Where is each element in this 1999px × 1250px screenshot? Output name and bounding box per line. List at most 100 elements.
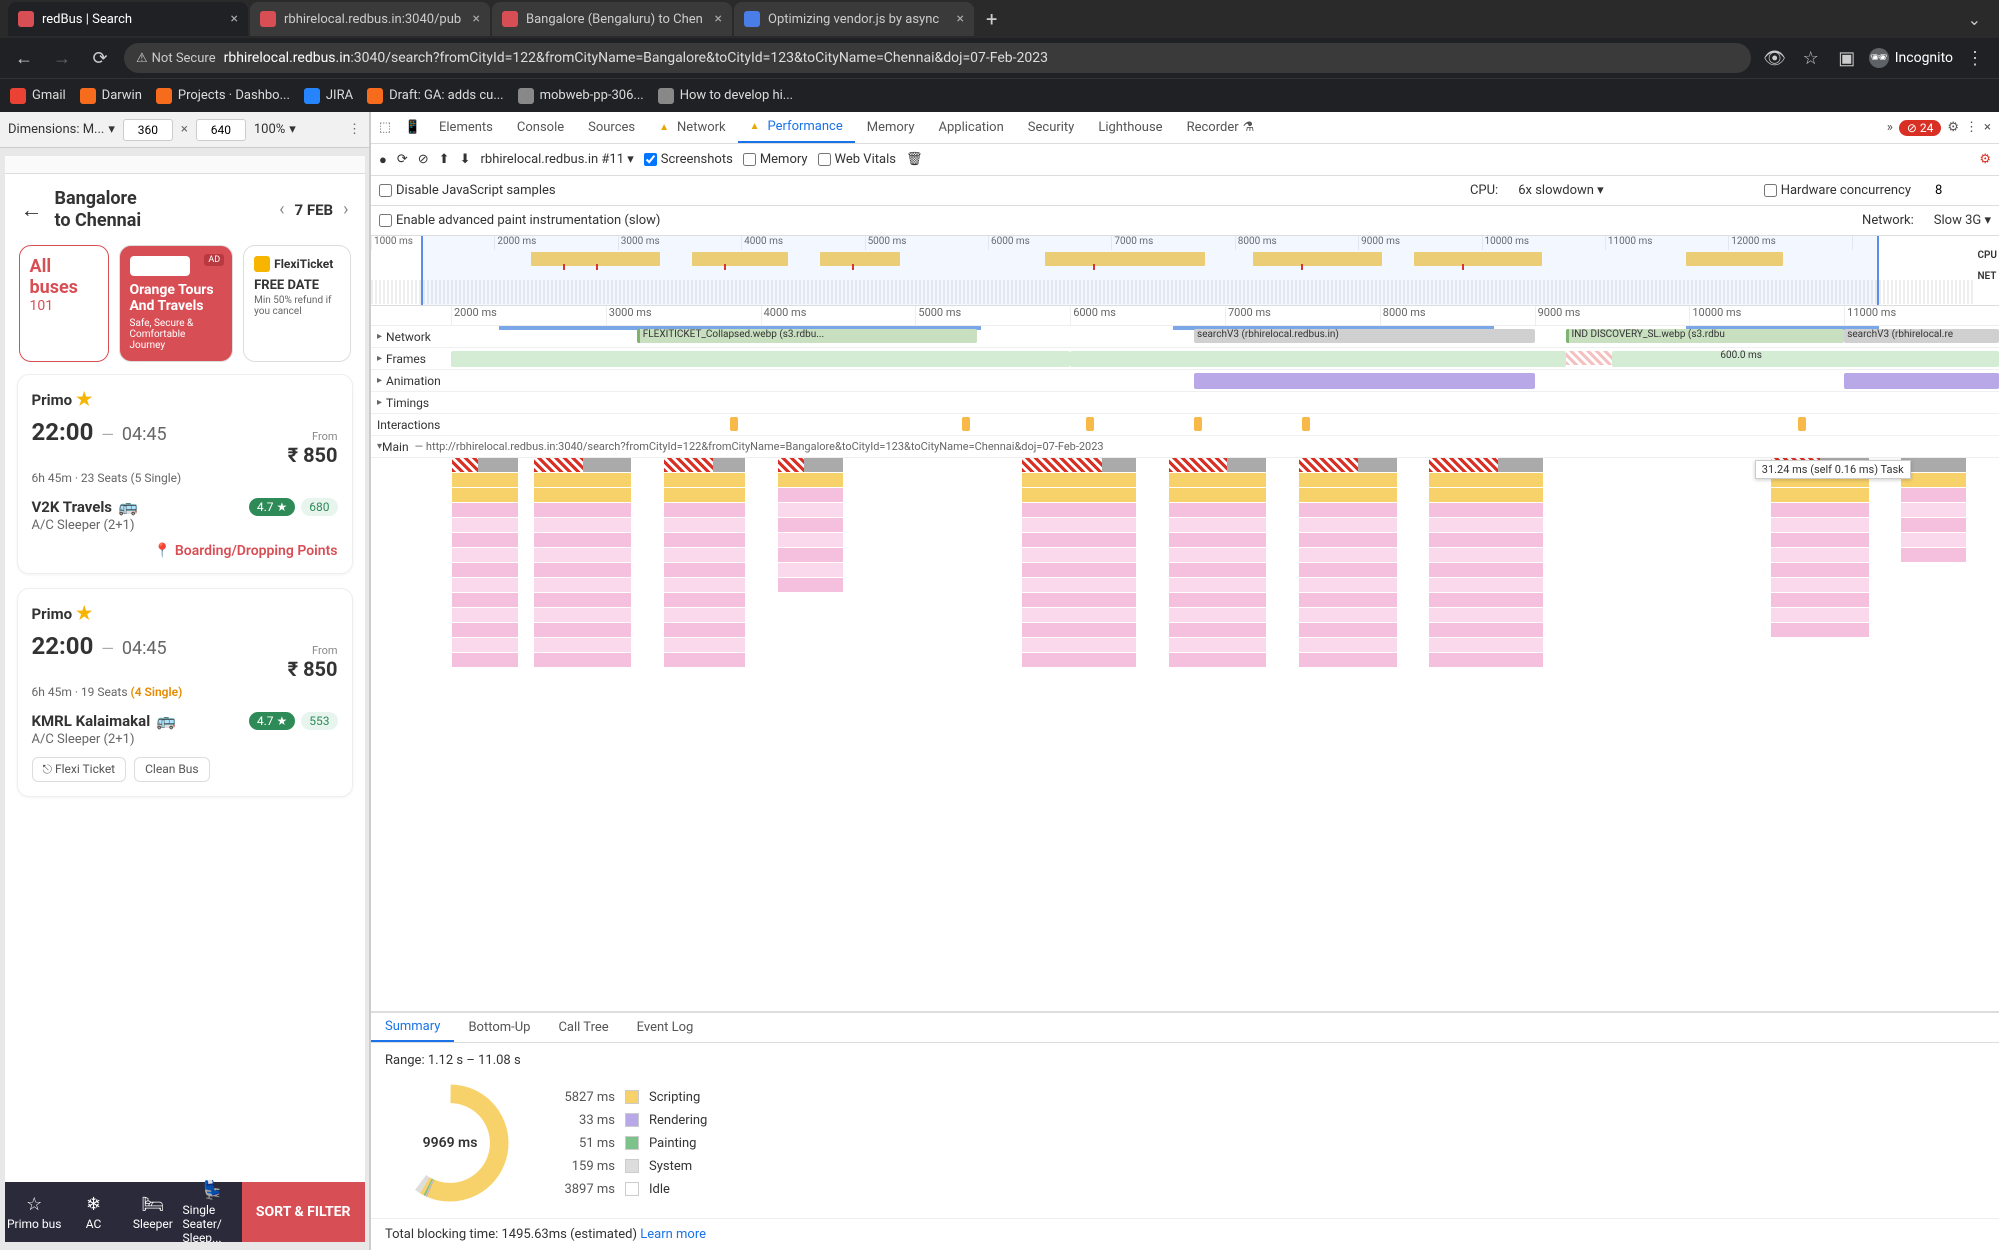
filter-sleeper[interactable]: 🛏Sleeper	[123, 1194, 182, 1231]
close-icon[interactable]: ×	[715, 11, 722, 27]
network-bar[interactable]: IND DISCOVERY_SL.webp (s3.rdbu	[1566, 329, 1845, 343]
zoom-select[interactable]: 100% ▾	[254, 122, 296, 137]
record-button[interactable]: ●	[379, 152, 387, 168]
back-button[interactable]: ←	[10, 44, 38, 72]
tab-security[interactable]: Security	[1016, 112, 1087, 143]
error-count-badge[interactable]: ⊘ 24	[1899, 120, 1942, 136]
reload-button[interactable]: ⟳	[86, 44, 114, 72]
web-vitals-checkbox[interactable]: Web Vitals	[818, 152, 896, 167]
eye-off-icon[interactable]: 👁	[1761, 44, 1789, 72]
track-main-header[interactable]: ▾ Main — http://rbhirelocal.redbus.in:30…	[371, 436, 1999, 458]
tab-performance[interactable]: Performance	[738, 112, 855, 143]
bookmark-item[interactable]: Darwin	[80, 88, 142, 104]
bus-card[interactable]: Primo ★ 22:00 — 04:45 From ₹ 850	[17, 374, 353, 574]
width-input[interactable]	[123, 119, 173, 141]
chip-all-buses[interactable]: All buses 101	[19, 245, 109, 362]
tab-elements[interactable]: Elements	[427, 112, 505, 143]
close-icon[interactable]: ×	[957, 11, 964, 27]
date-next-icon[interactable]: ›	[343, 199, 348, 220]
date-prev-icon[interactable]: ‹	[279, 199, 284, 220]
tab-call-tree[interactable]: Call Tree	[544, 1013, 622, 1042]
advanced-paint-checkbox[interactable]: Enable advanced paint instrumentation (s…	[379, 213, 660, 228]
main-flame-chart[interactable]: 31.24 ms (self 0.16 ms) Task	[371, 458, 1999, 1011]
reload-record-button[interactable]: ⟳	[397, 152, 408, 167]
close-icon[interactable]: ×	[231, 11, 238, 27]
tab-recorder[interactable]: Recorder ⚗	[1175, 112, 1267, 143]
height-input[interactable]	[196, 119, 246, 141]
bus-list[interactable]: Primo ★ 22:00 — 04:45 From ₹ 850	[5, 374, 365, 1182]
tab-console[interactable]: Console	[505, 112, 576, 143]
url-input[interactable]: ⚠ Not Secure rbhirelocal.redbus.in:3040/…	[124, 43, 1751, 73]
side-panel-icon[interactable]: ▣	[1833, 44, 1861, 72]
upload-icon[interactable]: ⬆	[439, 152, 450, 167]
browser-tab[interactable]: Bangalore (Bengaluru) to Chen ×	[492, 2, 732, 36]
hw-concurrency-input[interactable]	[1931, 182, 1991, 199]
boarding-dropping-link[interactable]: 📍 Boarding/Dropping Points	[32, 543, 338, 559]
chevron-right-icon[interactable]: ▸	[377, 353, 382, 364]
incognito-badge[interactable]: 🕶 Incognito	[1869, 48, 1953, 68]
device-toggle-icon[interactable]: 📱	[399, 114, 427, 142]
mobile-page[interactable]: ← Bangalore to Chennai ‹ 7 FEB › All bus…	[5, 174, 365, 1242]
browser-tab[interactable]: Optimizing vendor.js by async ×	[734, 2, 974, 36]
browser-menu-icon[interactable]: ⋮	[1961, 44, 1989, 72]
bookmark-item[interactable]: Draft: GA: adds cu...	[367, 88, 504, 104]
tab-sources[interactable]: Sources	[576, 112, 647, 143]
browser-tab[interactable]: redBus | Search ×	[8, 2, 248, 36]
gear-icon[interactable]: ⚙	[1947, 120, 1959, 135]
recording-select[interactable]: rbhirelocal.redbus.in #11 ▾	[480, 152, 633, 167]
bookmark-item[interactable]: How to develop hi...	[658, 88, 793, 104]
back-arrow-icon[interactable]: ←	[21, 197, 43, 223]
cpu-throttle-select[interactable]: 6x slowdown ▾	[1518, 183, 1603, 198]
close-icon[interactable]: ×	[473, 11, 480, 27]
device-select[interactable]: Dimensions: M... ▾	[8, 122, 115, 137]
chip-flexi-ticket[interactable]: FlexiTicket FREE DATE Min 50% refund if …	[243, 245, 350, 362]
filter-ac[interactable]: ❄AC	[64, 1194, 123, 1231]
track-interactions[interactable]: Interactions	[371, 414, 1999, 436]
download-icon[interactable]: ⬇	[460, 152, 471, 167]
bookmark-item[interactable]: mobweb-pp-306...	[518, 88, 644, 104]
bus-card[interactable]: Primo ★ 22:00 — 04:45 From ₹ 850	[17, 588, 353, 797]
filter-primo[interactable]: ☆Primo bus	[5, 1194, 64, 1231]
star-icon[interactable]: ☆	[1797, 44, 1825, 72]
device-menu-icon[interactable]: ⋮	[348, 122, 361, 137]
bookmark-item[interactable]: JIRA	[304, 88, 353, 104]
forward-button[interactable]: →	[48, 44, 76, 72]
network-bar[interactable]: searchV3 (rbhirelocal.redbus.in)	[1194, 329, 1535, 343]
track-frames[interactable]: ▸Frames 600.0 ms	[371, 348, 1999, 370]
not-secure-badge[interactable]: ⚠ Not Secure	[136, 51, 216, 66]
screenshots-checkbox[interactable]: Screenshots	[644, 152, 733, 167]
inspect-icon[interactable]: ⬚	[371, 114, 399, 142]
chip-orange-travels[interactable]: AD Orange Tours And Travels Safe, Secure…	[119, 245, 234, 362]
chevron-right-icon[interactable]: ▸	[377, 397, 382, 408]
timeline-overview[interactable]: 1000 ms 2000 ms 3000 ms 4000 ms 5000 ms …	[371, 236, 1999, 306]
close-icon[interactable]: ×	[1984, 120, 1991, 135]
disable-js-samples-checkbox[interactable]: Disable JavaScript samples	[379, 183, 556, 198]
trash-icon[interactable]: 🗑	[906, 152, 923, 167]
tab-summary[interactable]: Summary	[371, 1013, 454, 1042]
tab-list-dropdown[interactable]: ⌄	[1958, 10, 1991, 29]
overview-selection[interactable]	[421, 236, 1879, 305]
learn-more-link[interactable]: Learn more	[640, 1227, 706, 1242]
new-tab-button[interactable]: +	[976, 7, 1007, 31]
filter-single-seater[interactable]: 💺Single Seater/ Sleep...	[183, 1180, 242, 1243]
tab-memory[interactable]: Memory	[855, 112, 927, 143]
browser-tab[interactable]: rbhirelocal.redbus.in:3040/pub ×	[250, 2, 490, 36]
chevron-right-icon[interactable]: ▸	[377, 331, 382, 342]
network-throttle-select[interactable]: Slow 3G ▾	[1934, 213, 1991, 228]
track-network[interactable]: ▸Network FLEXITICKET_Collapsed.webp (s3.…	[371, 326, 1999, 348]
sort-filter-button[interactable]: SORT & FILTER	[242, 1182, 365, 1242]
tab-event-log[interactable]: Event Log	[623, 1013, 708, 1042]
clear-button[interactable]: ⊘	[418, 152, 429, 167]
tab-bottom-up[interactable]: Bottom-Up	[454, 1013, 544, 1042]
track-timings[interactable]: ▸Timings	[371, 392, 1999, 414]
more-tabs-icon[interactable]: »	[1887, 120, 1893, 135]
hw-concurrency-checkbox[interactable]: Hardware concurrency	[1764, 183, 1911, 198]
bookmark-item[interactable]: Gmail	[10, 88, 66, 104]
tab-network[interactable]: Network	[647, 112, 738, 143]
memory-checkbox[interactable]: Memory	[743, 152, 808, 167]
flame-chart[interactable]: 2000 ms 3000 ms 4000 ms 5000 ms 6000 ms …	[371, 306, 1999, 1012]
chevron-right-icon[interactable]: ▸	[377, 375, 382, 386]
tab-application[interactable]: Application	[926, 112, 1015, 143]
track-animation[interactable]: ▸Animation	[371, 370, 1999, 392]
more-icon[interactable]: ⋮	[1965, 120, 1978, 135]
